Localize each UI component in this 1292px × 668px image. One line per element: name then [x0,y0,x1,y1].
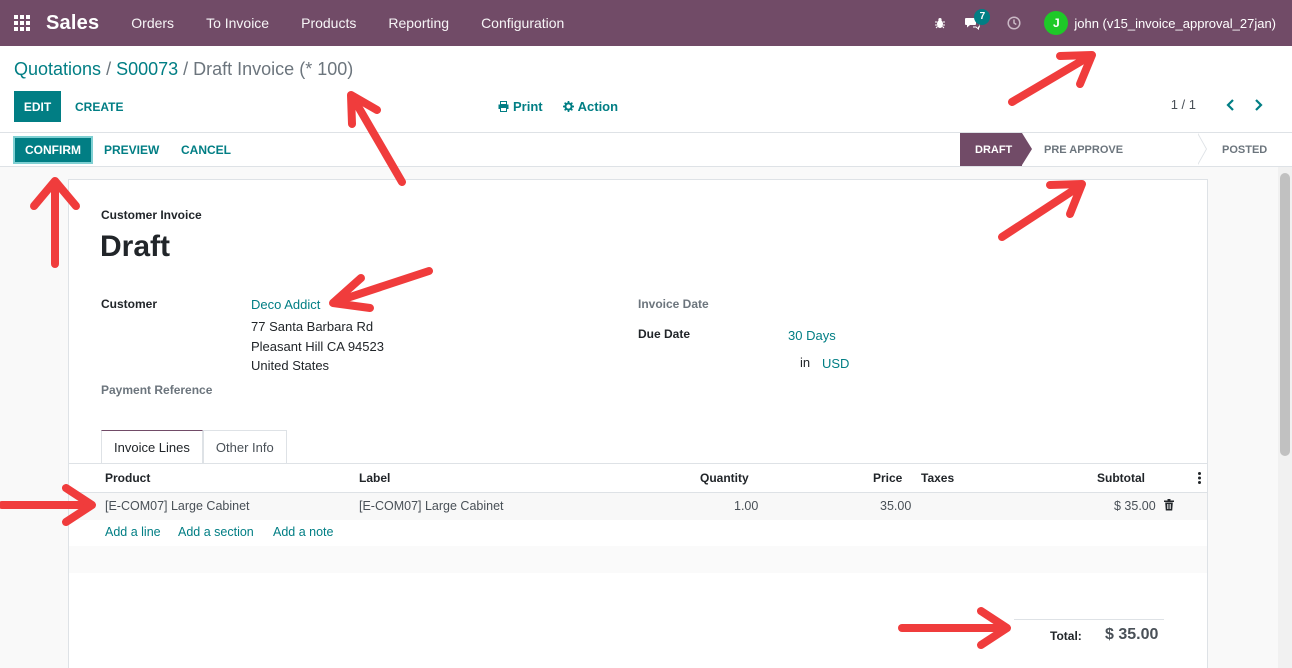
table-row[interactable]: [E-COM07] Large Cabinet [E-COM07] Large … [69,493,1207,520]
action-label: Action [577,99,619,114]
address-line-3: United States [251,358,330,373]
cell-price: 35.00 [880,499,912,513]
stage-posted[interactable]: POSTED [1198,133,1278,166]
stage-draft: DRAFT [960,133,1032,166]
chevron-left-icon[interactable] [1216,98,1244,111]
status-stages: DRAFT PRE APPROVE POSTED [960,133,1278,166]
control-panel: Quotations / S00073 / Draft Invoice (* 1… [0,46,1292,133]
clock-icon[interactable] [998,0,1030,46]
cancel-button[interactable]: CANCEL [173,136,239,164]
trash-icon[interactable] [1164,499,1174,514]
due-date-field[interactable]: 30 Days [788,328,836,343]
stage-pre-approve[interactable]: PRE APPROVE [1022,133,1207,166]
breadcrumb: Quotations / S00073 / Draft Invoice (* 1… [14,59,353,80]
create-button[interactable]: CREATE [67,91,131,122]
bug-icon[interactable] [924,0,956,46]
tab-other-info[interactable]: Other Info [202,430,287,464]
pager: 1 / 1 [1171,97,1272,112]
avatar: J [1044,11,1069,35]
add-line-link[interactable]: Add a line [105,525,161,539]
column-taxes[interactable]: Taxes [921,471,954,485]
print-icon [498,101,509,112]
preview-button[interactable]: PREVIEW [96,136,167,164]
column-subtotal[interactable]: Subtotal [1097,471,1145,485]
action-group: Print Action [498,99,638,114]
breadcrumb-separator: / [183,59,189,79]
status-bar: CONFIRM PREVIEW CANCEL DRAFT PRE APPROVE… [0,133,1292,167]
table-header: Product Label Quantity Price Taxes Subto… [69,464,1207,493]
edit-button[interactable]: EDIT [14,91,61,122]
breadcrumb-quotations[interactable]: Quotations [14,59,101,80]
notebook-tabs: Invoice Lines Other Info [101,430,287,464]
breadcrumb-separator: / [106,59,112,79]
print-label: Print [513,99,543,114]
chevron-right-icon[interactable] [1244,98,1272,111]
invoice-date-label: Invoice Date [638,297,709,311]
confirm-button[interactable]: CONFIRM [13,136,93,164]
currency-field[interactable]: USD [822,356,849,371]
due-date-label: Due Date [638,327,691,341]
document-state: Draft [100,230,171,263]
total-label: Total: [1050,629,1082,643]
top-navbar: Sales Orders To Invoice Products Reporti… [0,0,1292,46]
chat-icon[interactable]: 7 [956,0,991,46]
cell-product: [E-COM07] Large Cabinet [105,499,250,513]
payment-reference-label: Payment Reference [101,383,213,397]
breadcrumb-current: Draft Invoice (* 100) [193,59,354,79]
pager-value[interactable]: 1 / 1 [1171,97,1196,112]
menu-reporting[interactable]: Reporting [372,15,465,31]
document-type: Customer Invoice [101,208,202,222]
print-menu[interactable]: Print [498,99,543,114]
menu-to-invoice[interactable]: To Invoice [190,15,285,31]
add-section-link[interactable]: Add a section [178,525,254,539]
cell-label: [E-COM07] Large Cabinet [359,499,504,513]
column-label[interactable]: Label [359,471,390,485]
column-price[interactable]: Price [873,471,902,485]
cell-quantity: 1.00 [734,499,759,513]
scrollbar-thumb[interactable] [1280,173,1290,456]
total-value: $ 35.00 [1105,626,1159,643]
action-menu[interactable]: Action [562,99,619,114]
table-row [69,546,1207,573]
breadcrumb-order[interactable]: S00073 [116,59,178,80]
menu-products[interactable]: Products [285,15,372,31]
apps-grid-icon[interactable] [0,0,44,46]
optional-columns-icon[interactable] [1198,472,1201,487]
totals-divider [1014,619,1164,620]
tab-invoice-lines[interactable]: Invoice Lines [101,430,203,464]
column-quantity[interactable]: Quantity [700,471,749,485]
customer-link[interactable]: Deco Addict [251,297,320,312]
add-note-link[interactable]: Add a note [273,525,333,539]
messages-count-badge: 7 [974,9,991,25]
customer-label: Customer [101,297,158,311]
menu-orders[interactable]: Orders [115,15,190,31]
address-line-1: 77 Santa Barbara Rd [251,319,374,334]
user-name: john (v15_invoice_approval_27jan) [1074,15,1276,31]
user-menu[interactable]: J john (v15_invoice_approval_27jan) [1044,11,1276,35]
column-product[interactable]: Product [105,471,150,485]
cell-subtotal: $ 35.00 [1114,499,1156,513]
form-sheet: Customer Invoice Draft Customer Deco Add… [68,179,1208,668]
gear-icon [562,101,574,112]
add-line-row: Add a line Add a section Add a note [69,520,1207,546]
menu-configuration[interactable]: Configuration [465,15,580,31]
address-line-2: Pleasant Hill CA 94523 [251,339,384,354]
currency-prefix: in [800,355,811,370]
app-name[interactable]: Sales [46,12,99,35]
